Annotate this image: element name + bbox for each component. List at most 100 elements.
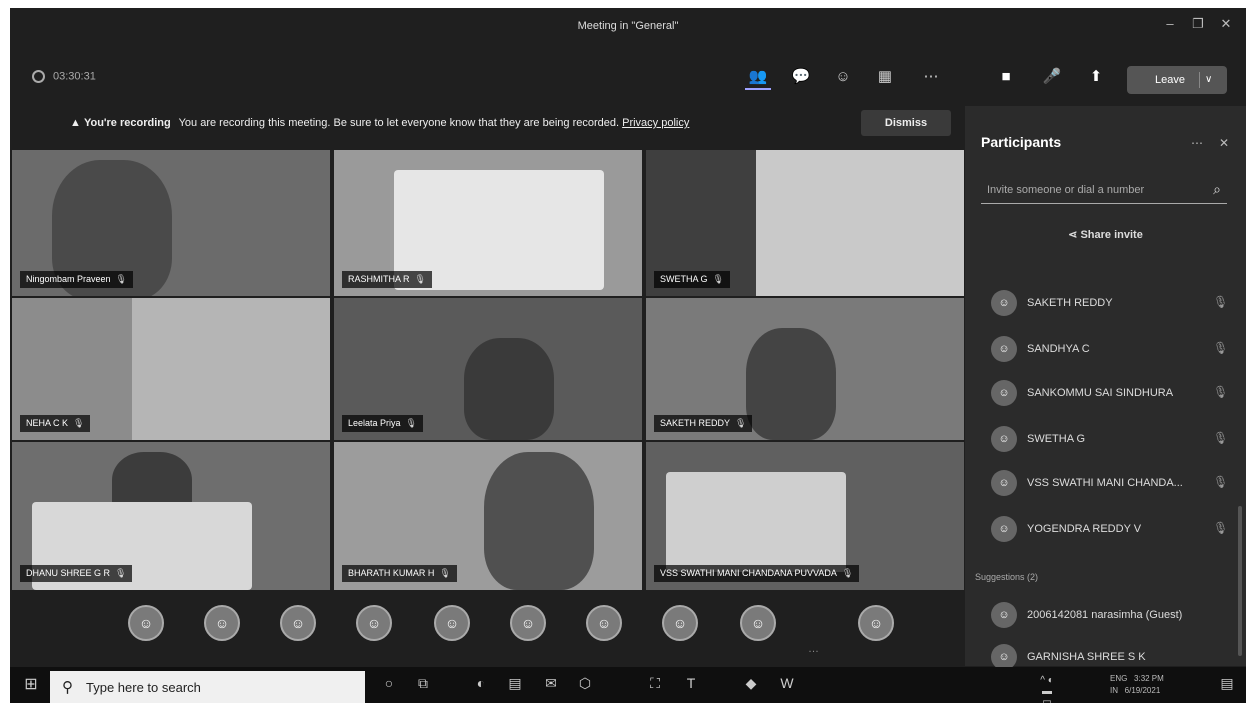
minimize-button[interactable]: – bbox=[1158, 16, 1182, 36]
clock-icon bbox=[32, 70, 45, 83]
avatar[interactable]: ☺ bbox=[356, 605, 392, 641]
video-tile[interactable]: VSS SWATHI MANI CHANDANA PUVVADA 🎙 bbox=[646, 442, 964, 590]
list-item[interactable]: ☺ SAKETH REDDY 🎙 bbox=[965, 288, 1246, 318]
store-icon[interactable]: ⛶ bbox=[644, 675, 666, 695]
avatar[interactable]: ☺ bbox=[586, 605, 622, 641]
participant-video bbox=[756, 150, 964, 296]
mic-icon: 🎙 bbox=[405, 418, 417, 428]
list-item[interactable]: ☺ SWETHA G 🎙 bbox=[965, 424, 1246, 454]
video-tile[interactable]: SAKETH REDDY 🎙 bbox=[646, 298, 964, 440]
recording-message: You are recording this meeting. Be sure … bbox=[178, 117, 620, 129]
leave-button[interactable]: Leave ∨ bbox=[1127, 66, 1227, 94]
mic-off-icon: 🎙 bbox=[1213, 431, 1229, 445]
mic-icon: 🎙 bbox=[439, 568, 451, 578]
participant-video bbox=[484, 452, 594, 590]
more-avatars-icon[interactable]: … bbox=[808, 643, 819, 655]
more-options-icon[interactable]: ⋯ bbox=[1191, 136, 1203, 150]
mail-icon[interactable]: ✉ bbox=[540, 675, 562, 695]
lang-code: ENG bbox=[1110, 674, 1128, 683]
video-tile[interactable]: Ningombam Praveen 🎙 bbox=[12, 150, 330, 296]
avatar[interactable]: ☺ bbox=[128, 605, 164, 641]
word-icon[interactable]: W bbox=[776, 675, 798, 695]
reactions-icon[interactable]: ☺ bbox=[830, 64, 856, 90]
search-icon[interactable]: ⌕ bbox=[1213, 181, 1221, 198]
app-icon[interactable]: ⬡ bbox=[574, 675, 596, 695]
avatar: ☺ bbox=[991, 290, 1017, 316]
chevron-down-icon[interactable]: ∨ bbox=[1205, 66, 1212, 94]
file-explorer-icon[interactable]: ▤ bbox=[504, 675, 526, 695]
avatar[interactable]: ☺ bbox=[858, 605, 894, 641]
invite-placeholder: Invite someone or dial a number bbox=[987, 184, 1145, 196]
participants-panel: Participants ⋯ ✕ Invite someone or dial … bbox=[965, 106, 1246, 670]
recording-title: You're recording bbox=[83, 117, 171, 129]
lang-region: IN bbox=[1110, 686, 1118, 695]
list-item[interactable]: ☺ SANKOMMU SAI SINDHURA 🎙 bbox=[965, 378, 1246, 408]
avatar: ☺ bbox=[991, 470, 1017, 496]
mic-icon: 🎙 bbox=[73, 418, 85, 428]
avatar[interactable]: ☺ bbox=[662, 605, 698, 641]
tile-name: SWETHA G bbox=[660, 274, 708, 284]
clock-time: 3:32 PM bbox=[1134, 674, 1164, 683]
participant-video bbox=[746, 328, 836, 440]
close-button[interactable]: ✕ bbox=[1214, 16, 1238, 36]
tile-name: RASHMITHA R bbox=[348, 274, 410, 284]
participants-icon[interactable]: 👥 bbox=[745, 64, 771, 90]
meeting-timer: 03:30:31 bbox=[32, 70, 96, 83]
video-tile[interactable]: NEHA C K 🎙 bbox=[12, 298, 330, 440]
system-tray-icons[interactable]: ^ ◐ ▬ ▭ bbox=[1036, 675, 1058, 703]
video-tile[interactable]: DHANU SHREE G R 🎙 bbox=[12, 442, 330, 590]
list-item[interactable]: ☺ VSS SWATHI MANI CHANDA... 🎙 bbox=[965, 468, 1246, 498]
avatar[interactable]: ☺ bbox=[434, 605, 470, 641]
rooms-icon[interactable]: ▦ bbox=[872, 64, 898, 90]
microphone-icon[interactable]: 🎤 bbox=[1039, 64, 1065, 90]
participant-name: SAKETH REDDY bbox=[1027, 297, 1113, 309]
video-name-tag: RASHMITHA R 🎙 bbox=[342, 271, 432, 288]
close-panel-icon[interactable]: ✕ bbox=[1219, 136, 1229, 150]
camera-off-icon[interactable]: ■ bbox=[993, 64, 1019, 90]
video-tile[interactable]: Leelata Priya 🎙 bbox=[334, 298, 642, 440]
system-tray: ENG 3:32 PM IN 6/19/2021 bbox=[1110, 673, 1164, 697]
list-item[interactable]: ☺ YOGENDRA REDDY V 🎙 bbox=[965, 514, 1246, 544]
participant-name: VSS SWATHI MANI CHANDA... bbox=[1027, 477, 1183, 489]
share-invite-button[interactable]: ⋖ Share invite bbox=[965, 228, 1246, 241]
video-tile[interactable]: BHARATH KUMAR H 🎙 bbox=[334, 442, 642, 590]
more-actions-icon[interactable]: ⋯ bbox=[918, 64, 944, 90]
app-icon[interactable]: ◆ bbox=[740, 675, 762, 695]
windows-taskbar: ⊞ ⚲ Type here to search ○ ⧉ ◐ ▤ ✉ ⬡ ⛶ T ◆… bbox=[10, 667, 1246, 703]
mic-icon: 🎙 bbox=[712, 274, 724, 284]
avatar[interactable]: ☺ bbox=[204, 605, 240, 641]
leave-label: Leave bbox=[1155, 74, 1185, 86]
avatar[interactable]: ☺ bbox=[510, 605, 546, 641]
video-tile[interactable]: SWETHA G 🎙 bbox=[646, 150, 964, 296]
avatar: ☺ bbox=[991, 380, 1017, 406]
panel-scrollbar[interactable] bbox=[1238, 506, 1242, 656]
edge-icon[interactable]: ◐ bbox=[470, 675, 492, 695]
avatar: ☺ bbox=[991, 602, 1017, 628]
video-tile[interactable]: RASHMITHA R 🎙 bbox=[334, 150, 642, 296]
tile-name: BHARATH KUMAR H bbox=[348, 568, 435, 578]
list-item[interactable]: ☺ SANDHYA C 🎙 bbox=[965, 334, 1246, 364]
dismiss-button[interactable]: Dismiss bbox=[861, 110, 951, 136]
invite-search-input[interactable]: Invite someone or dial a number ⌕ bbox=[981, 176, 1227, 204]
teams-meeting-window: Meeting in "General" – ❐ ✕ 03:30:31 👥 💬 … bbox=[10, 8, 1246, 703]
participant-name: SANKOMMU SAI SINDHURA bbox=[1027, 387, 1174, 399]
mic-icon: 🎙 bbox=[735, 418, 747, 428]
mic-off-icon: 🎙 bbox=[1213, 521, 1229, 535]
avatar[interactable]: ☺ bbox=[280, 605, 316, 641]
list-item[interactable]: ☺ 2006142081 narasimha (Guest) bbox=[965, 600, 1246, 630]
taskbar-search-input[interactable]: ⚲ Type here to search bbox=[50, 671, 365, 703]
privacy-policy-link[interactable]: Privacy policy bbox=[622, 117, 689, 129]
participant-name: YOGENDRA REDDY V bbox=[1027, 523, 1142, 535]
task-view-icon[interactable]: ⧉ bbox=[412, 675, 434, 695]
avatar[interactable]: ☺ bbox=[740, 605, 776, 641]
mic-off-icon: 🎙 bbox=[1213, 475, 1229, 489]
video-name-tag: Leelata Priya 🎙 bbox=[342, 415, 423, 432]
chat-icon[interactable]: 💬 bbox=[788, 64, 814, 90]
windows-start-icon[interactable]: ⊞ bbox=[20, 674, 42, 694]
notifications-icon[interactable]: ▤ bbox=[1216, 675, 1238, 695]
video-name-tag: DHANU SHREE G R 🎙 bbox=[20, 565, 133, 582]
teams-icon[interactable]: T bbox=[680, 675, 702, 695]
share-screen-icon[interactable]: ⬆ bbox=[1083, 64, 1109, 90]
cortana-icon[interactable]: ○ bbox=[378, 675, 400, 695]
maximize-button[interactable]: ❐ bbox=[1186, 16, 1210, 36]
